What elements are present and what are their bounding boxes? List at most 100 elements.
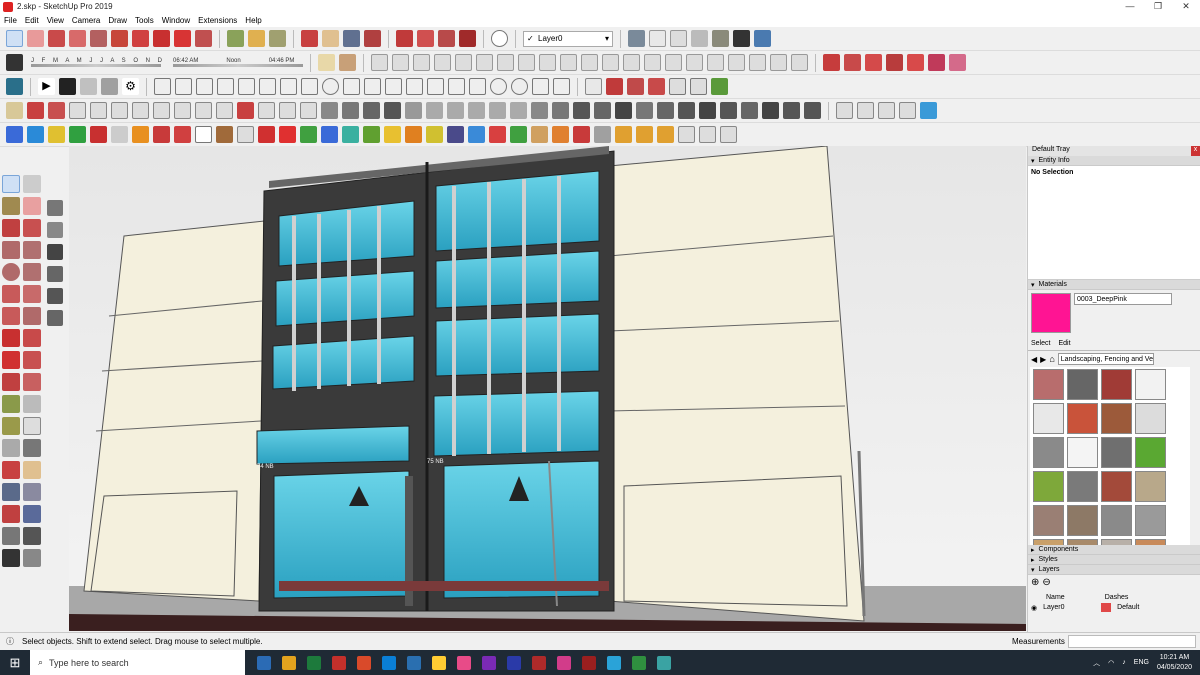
taskbar-app-icon[interactable] (507, 655, 521, 670)
plugin-stripes-icon[interactable] (552, 102, 569, 119)
plugin-cross-icon[interactable] (300, 126, 317, 143)
crease-icon[interactable] (406, 78, 423, 95)
curic-icon[interactable] (585, 78, 602, 95)
plugin-chamfer-icon[interactable] (216, 102, 233, 119)
plugin-path-icon[interactable] (6, 102, 23, 119)
plugin-plus-icon[interactable] (279, 126, 296, 143)
camera-view-icon[interactable] (80, 78, 97, 95)
pan-tool-icon[interactable] (23, 461, 41, 479)
dimension-icon[interactable] (23, 395, 41, 413)
layer-dropdown[interactable]: Layer0 (523, 30, 613, 47)
tools-on-surface-icon[interactable] (627, 78, 644, 95)
plugin-dots-icon[interactable] (678, 126, 695, 143)
monochrome-icon[interactable] (733, 30, 750, 47)
plugin-yellow-icon[interactable] (48, 126, 65, 143)
plugin-square-icon[interactable] (615, 126, 632, 143)
plugin-import-icon[interactable] (531, 126, 548, 143)
back-arrow-icon[interactable]: ◀ (1031, 355, 1037, 364)
push-pull-icon[interactable] (111, 30, 128, 47)
rotate-icon[interactable] (174, 30, 191, 47)
arc-icon[interactable] (2, 285, 20, 303)
zoom-extents-icon[interactable] (364, 30, 381, 47)
home-collection-icon[interactable]: ⌂ (1049, 354, 1054, 364)
plugin-red-icon[interactable] (90, 126, 107, 143)
wireframe-icon[interactable] (649, 30, 666, 47)
parallelogram-icon[interactable] (791, 54, 809, 71)
shadow-slider-track[interactable] (31, 64, 161, 67)
panel-layers[interactable]: Layers (1028, 565, 1200, 575)
back-view-icon[interactable] (238, 78, 255, 95)
plugin-diagonal-icon[interactable] (636, 102, 653, 119)
hidden-line-icon[interactable] (670, 30, 687, 47)
sandbox-grid-icon[interactable] (392, 54, 410, 71)
shadow-date-slider[interactable]: J F M A M J J A S O N D (31, 58, 165, 67)
plugin-cone-icon[interactable] (342, 126, 359, 143)
plugin-cut-icon[interactable] (69, 102, 86, 119)
tab-select[interactable]: Select (1031, 340, 1050, 350)
scene-icon[interactable] (6, 78, 23, 95)
material-swatch[interactable] (1101, 505, 1132, 536)
text-icon[interactable] (23, 417, 41, 435)
plugin-wall-icon[interactable] (615, 102, 632, 119)
move-tool-icon[interactable] (2, 329, 20, 347)
taskbar-app-icon[interactable] (532, 655, 546, 670)
stop-icon[interactable] (59, 78, 76, 95)
plugin-tree-icon[interactable] (363, 126, 380, 143)
material-swatch[interactable] (1033, 369, 1064, 400)
knife-icon[interactable] (427, 78, 444, 95)
plugin-export-icon[interactable] (510, 126, 527, 143)
minimize-button[interactable]: — (1116, 0, 1144, 13)
current-material-swatch[interactable] (1031, 293, 1071, 333)
top-view-icon[interactable] (175, 78, 192, 95)
material-swatch[interactable] (1135, 471, 1166, 502)
two-point-arc-icon[interactable] (23, 285, 41, 303)
plugin-fillet-icon[interactable] (174, 102, 191, 119)
plugin-undo-icon[interactable] (489, 126, 506, 143)
plugin-curve-icon[interactable] (237, 102, 254, 119)
shape-icon[interactable] (665, 54, 683, 71)
offset-tool-icon[interactable] (23, 373, 41, 391)
panel-styles[interactable]: Styles (1028, 555, 1200, 565)
language-indicator[interactable]: ENG (1134, 659, 1149, 666)
plugin-stairs-icon[interactable] (321, 102, 338, 119)
undo-push-pull-icon[interactable] (886, 54, 904, 71)
box-small-icon[interactable] (47, 266, 63, 282)
add-layer-icon[interactable]: ⊕ (1031, 577, 1039, 588)
bezier-spline-icon[interactable] (648, 78, 665, 95)
material-swatch[interactable] (1067, 505, 1098, 536)
walk-icon[interactable] (2, 549, 20, 567)
paint-bucket-icon[interactable] (269, 30, 286, 47)
tape-icon[interactable] (2, 395, 20, 413)
plugin-panel-icon[interactable] (594, 102, 611, 119)
section-plane-icon[interactable] (318, 54, 336, 71)
taskbar-app-icon[interactable] (382, 655, 396, 670)
orbit-icon[interactable] (301, 30, 318, 47)
material-name-field[interactable]: 0003_DeepPink (1074, 293, 1172, 305)
taskbar-app-icon[interactable] (257, 655, 271, 670)
material-swatch[interactable] (1033, 505, 1064, 536)
plugin-hatch-icon[interactable] (363, 102, 380, 119)
box-icon[interactable] (553, 78, 570, 95)
shaded-icon[interactable] (691, 30, 708, 47)
add-detail-icon[interactable] (476, 54, 494, 71)
plugin-cloud-icon[interactable] (878, 102, 895, 119)
panel-materials[interactable]: Materials (1028, 280, 1200, 290)
taskbar-app-icon[interactable] (457, 655, 471, 670)
plugin-shade-icon[interactable] (720, 102, 737, 119)
shaded-textures-icon[interactable] (712, 30, 729, 47)
select-tool-icon[interactable] (6, 30, 23, 47)
torus-icon[interactable] (511, 78, 528, 95)
bezier-icon[interactable] (539, 54, 557, 71)
extension-manager-icon[interactable] (459, 30, 476, 47)
rectangle-tool-icon[interactable] (90, 30, 107, 47)
shadow-time-slider[interactable]: 06:42 AM Noon 04:46 PM (173, 58, 304, 67)
shape-bender-icon[interactable] (343, 78, 360, 95)
plugin-hex-icon[interactable] (573, 126, 590, 143)
weld-icon[interactable] (448, 78, 465, 95)
front-view-icon[interactable] (196, 78, 213, 95)
panel-entity-info[interactable]: Entity Info (1028, 156, 1200, 166)
rotate-tool-icon[interactable] (2, 351, 20, 369)
pie-icon[interactable] (23, 307, 41, 325)
info-icon[interactable]: ⓘ (6, 636, 14, 647)
plugin-dot-icon[interactable] (27, 102, 44, 119)
